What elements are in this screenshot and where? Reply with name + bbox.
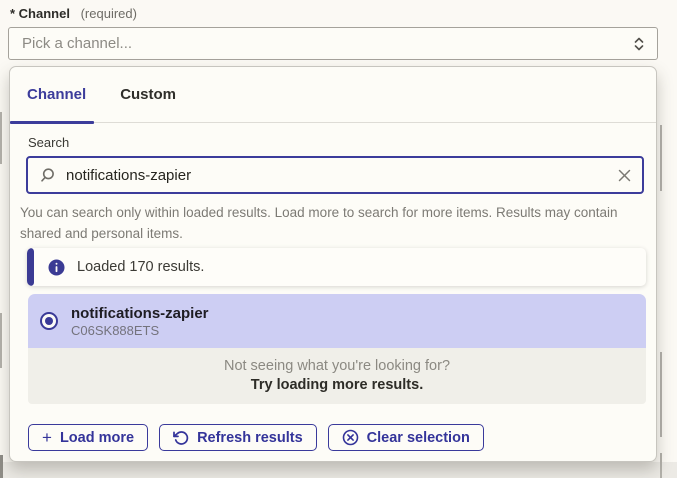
channel-select[interactable]: Pick a channel...: [8, 27, 658, 60]
result-option-notifications-zapier[interactable]: notifications-zapier C06SK888ETS: [28, 294, 646, 348]
info-circle-icon: [48, 259, 65, 276]
load-more-button[interactable]: + Load more: [28, 424, 148, 451]
tab-custom[interactable]: Custom: [103, 67, 193, 122]
clipped-field-border: [660, 453, 662, 478]
clipped-field-border: [0, 313, 2, 368]
clipped-field-border: [660, 125, 662, 191]
magnifier-icon: [39, 167, 56, 184]
refresh-results-button[interactable]: Refresh results: [159, 424, 317, 451]
required-note: (required): [81, 6, 137, 21]
clear-selection-label: Clear selection: [367, 430, 470, 446]
result-title: notifications-zapier: [71, 305, 209, 322]
clipped-field-border: [660, 352, 662, 437]
channel-dropdown-panel: Channel Custom Search notifications-zapi…: [9, 66, 657, 462]
search-value: notifications-zapier: [66, 167, 618, 184]
select-updown-chevron-icon: [633, 36, 645, 52]
alert-accent-bar: [27, 248, 34, 286]
active-tab-underline: [10, 121, 94, 124]
load-more-hint-box: Not seeing what you're looking for? Try …: [28, 348, 646, 404]
load-more-label: Load more: [60, 430, 134, 446]
clear-search-icon[interactable]: [618, 169, 631, 182]
tab-channel[interactable]: Channel: [10, 67, 103, 122]
refresh-results-label: Refresh results: [197, 430, 303, 446]
loaded-results-alert: Loaded 170 results.: [27, 248, 646, 286]
clipped-field-border: [0, 455, 3, 478]
radio-selected-icon[interactable]: [40, 312, 58, 330]
tabs-bar: Channel Custom: [10, 67, 656, 123]
hint-question: Not seeing what you're looking for?: [224, 357, 450, 376]
search-label: Search: [28, 135, 69, 150]
x-circle-icon: [342, 429, 359, 446]
alert-text: Loaded 170 results.: [77, 259, 204, 275]
actions-row: + Load more Refresh results Clear select…: [28, 424, 484, 451]
channel-field-label: * Channel (required): [10, 6, 137, 21]
clear-selection-button[interactable]: Clear selection: [328, 424, 484, 451]
search-help-text: You can search only within loaded result…: [20, 202, 642, 244]
hint-action: Try loading more results.: [251, 376, 423, 395]
search-input[interactable]: notifications-zapier: [26, 156, 644, 194]
background-band: [0, 462, 677, 478]
select-placeholder: Pick a channel...: [22, 35, 132, 52]
plus-icon: +: [42, 429, 52, 446]
field-name: * Channel: [10, 6, 70, 21]
clipped-field-border: [0, 112, 2, 164]
refresh-ccw-icon: [173, 430, 189, 446]
result-id: C06SK888ETS: [71, 323, 209, 338]
